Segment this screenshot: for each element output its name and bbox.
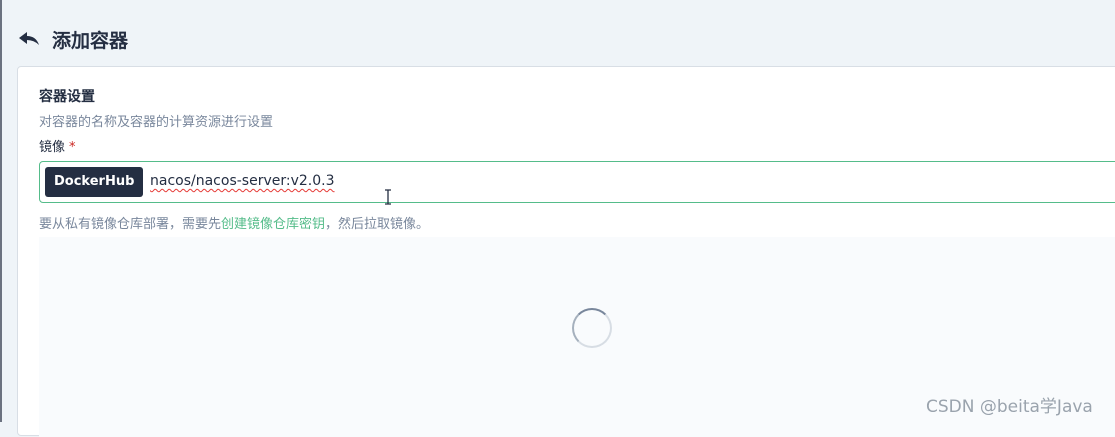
container-settings-card: 容器设置 对容器的名称及容器的计算资源进行设置 镜像 * DockerHub na… <box>17 66 1115 437</box>
section-title: 容器设置 <box>39 89 95 105</box>
window-left-edge <box>0 0 2 422</box>
hint-suffix: ，然后拉取镜像。 <box>325 217 430 232</box>
create-registry-secret-link[interactable]: 创建镜像仓库密钥 <box>221 217 325 232</box>
image-field-label: 镜像 * <box>39 136 76 155</box>
watermark: CSDN @beita学Java <box>926 397 1093 417</box>
loading-spinner-icon <box>572 308 612 348</box>
page-title: 添加容器 <box>52 29 129 52</box>
registry-selector[interactable]: DockerHub <box>45 167 144 197</box>
text-cursor-icon <box>385 189 391 205</box>
private-registry-hint: 要从私有镜像仓库部署，需要先创建镜像仓库密钥，然后拉取镜像。 <box>39 213 429 232</box>
back-arrow-icon[interactable] <box>18 29 42 49</box>
image-label-text: 镜像 <box>39 140 66 155</box>
image-search-input[interactable]: DockerHub nacos/nacos-server:v2.0.3 <box>39 161 1115 205</box>
hint-prefix: 要从私有镜像仓库部署，需要先 <box>39 217 222 232</box>
required-mark: * <box>69 140 76 155</box>
page-header: 添加容器 <box>18 24 128 54</box>
image-input-value[interactable]: nacos/nacos-server:v2.0.3 <box>150 173 334 189</box>
section-description: 对容器的名称及容器的计算资源进行设置 <box>39 115 274 130</box>
